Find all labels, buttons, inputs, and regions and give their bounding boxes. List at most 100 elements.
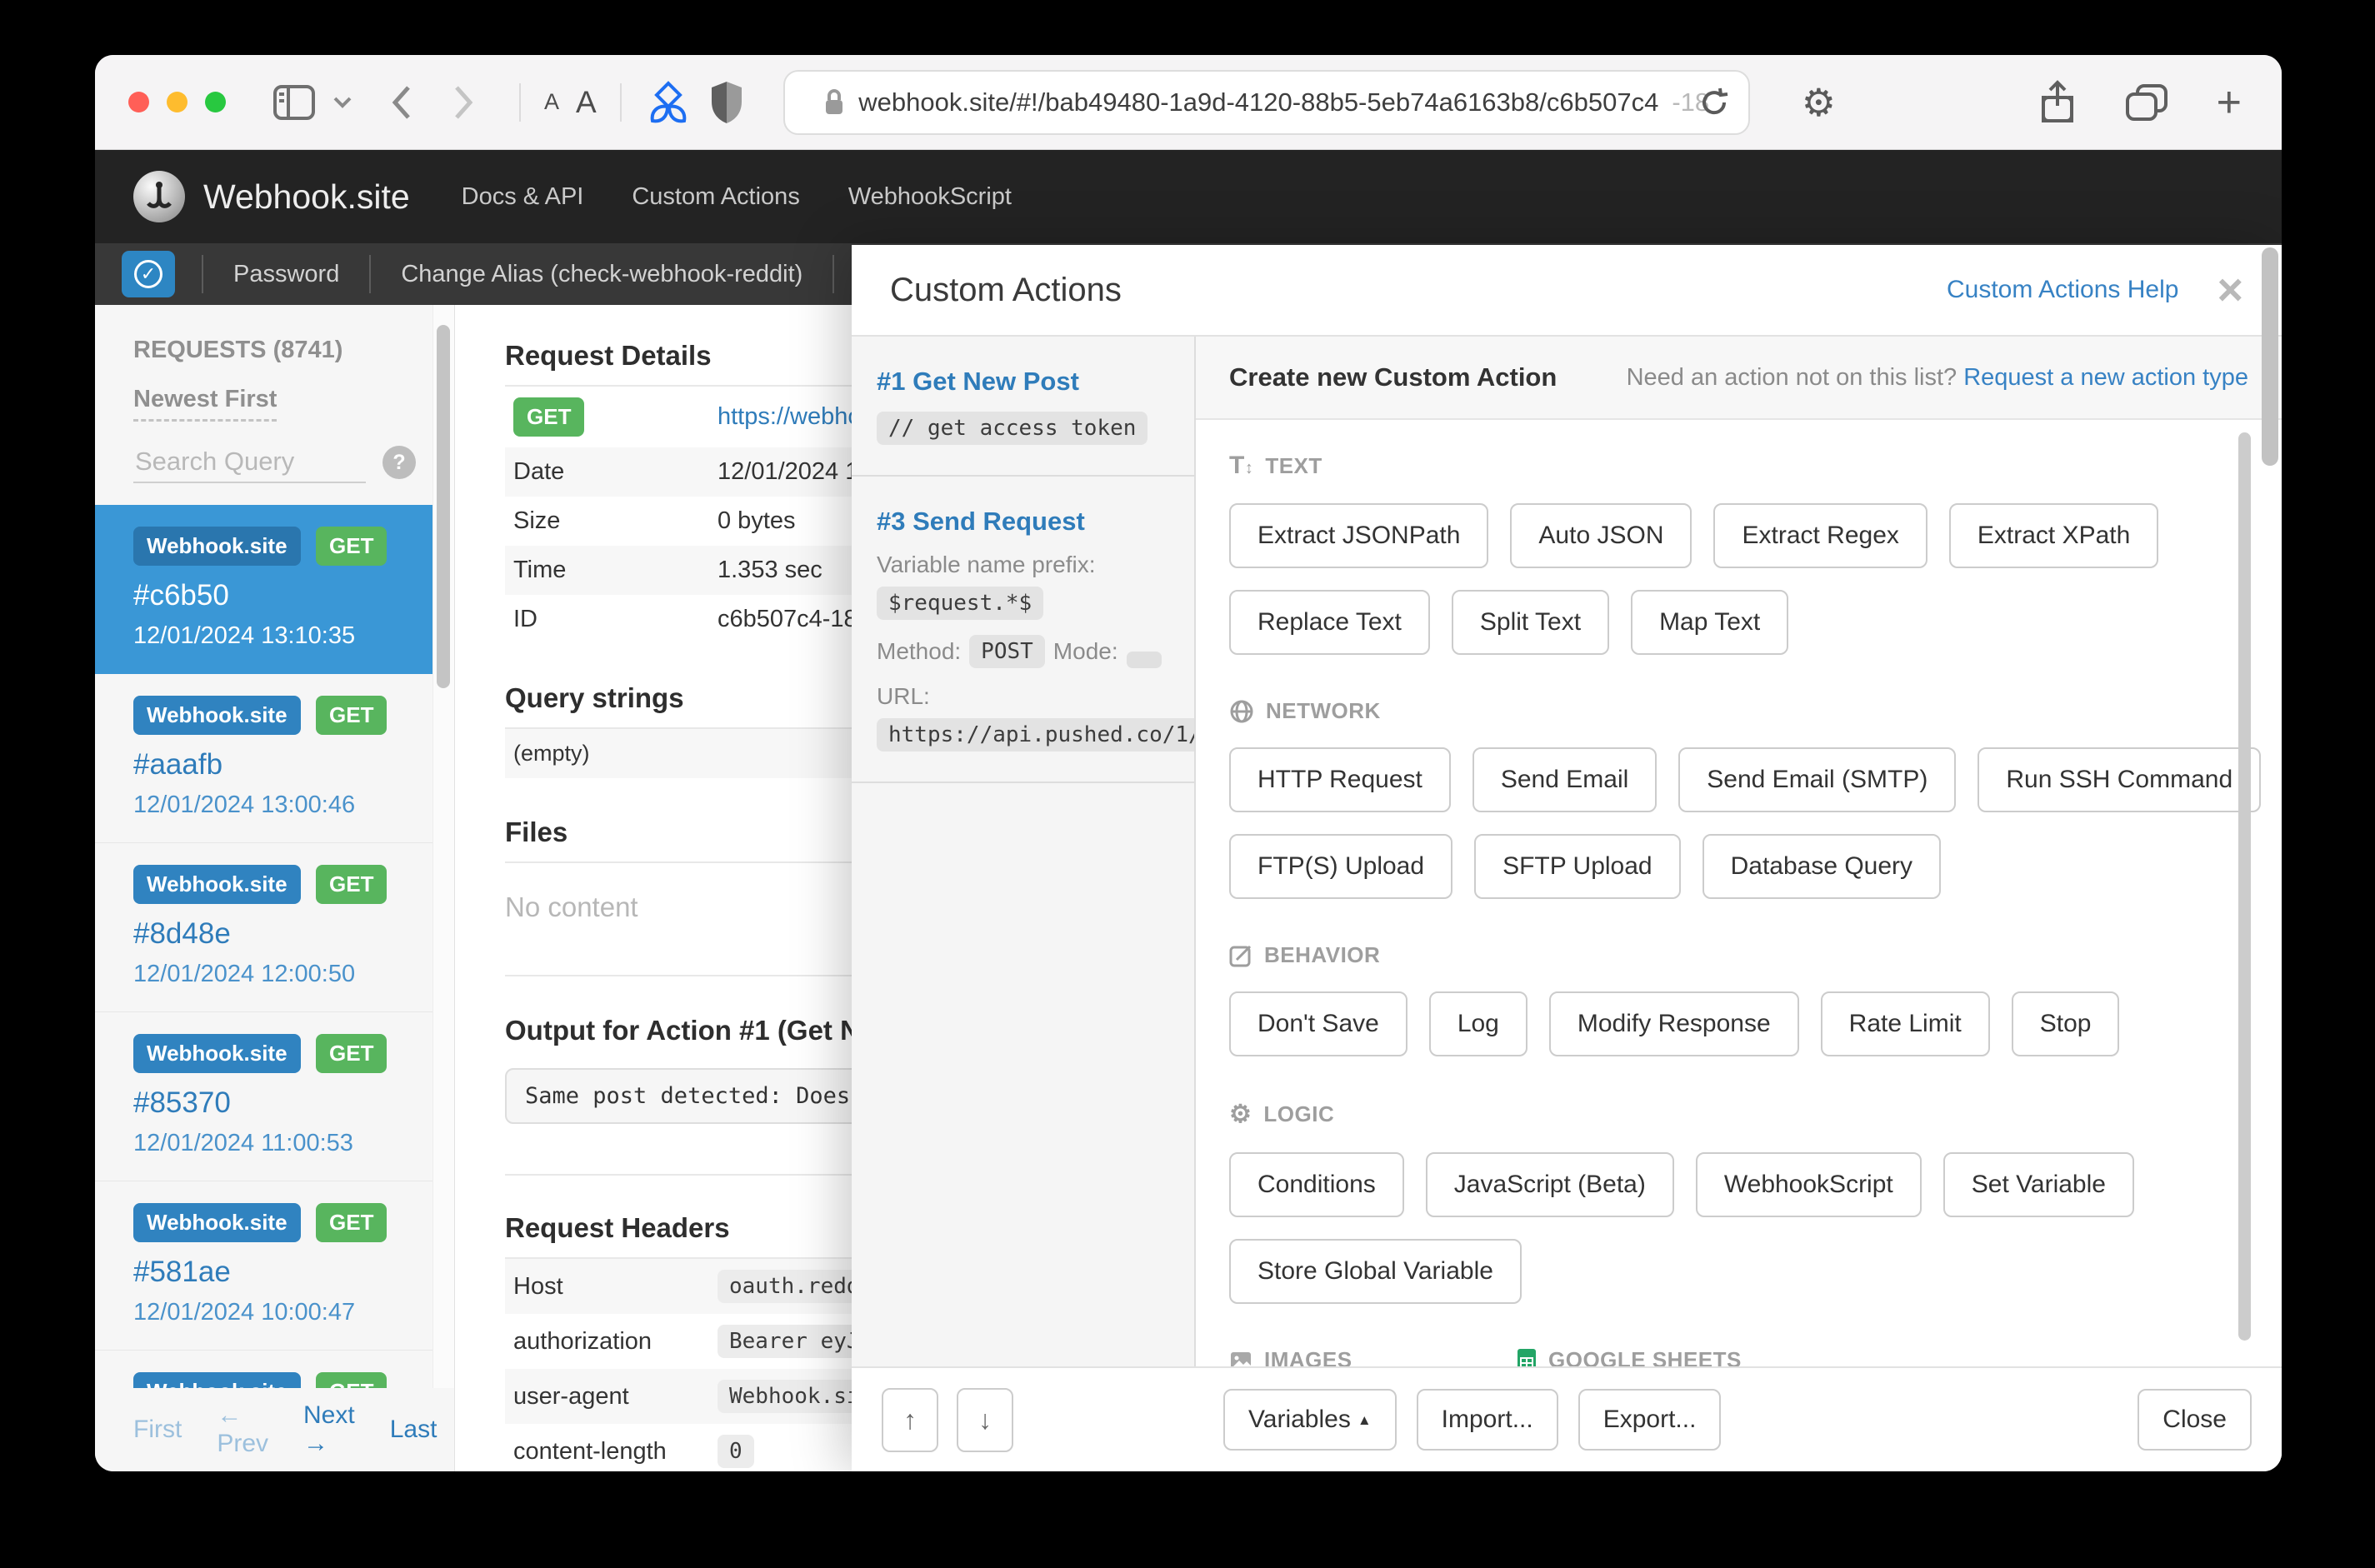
share-icon[interactable]	[2038, 79, 2077, 126]
method-badge: GET	[316, 696, 388, 735]
action-send-email-smtp[interactable]: Send Email (SMTP)	[1678, 747, 1957, 812]
variables-dropdown-button[interactable]: Variables ▲	[1223, 1389, 1397, 1451]
action-list-item[interactable]: #3 Send Request Variable name prefix: $r…	[852, 477, 1194, 783]
source-badge: Webhook.site	[133, 696, 301, 735]
pagination-first[interactable]: First	[133, 1416, 182, 1444]
help-icon[interactable]: ?	[382, 446, 416, 479]
privacy-shield-extension-icon[interactable]	[708, 80, 745, 125]
action-map-text[interactable]: Map Text	[1631, 590, 1789, 655]
webpage: Webhook.site Docs & API Custom Actions W…	[95, 150, 2282, 1471]
close-window-button[interactable]	[128, 92, 149, 112]
request-action-text: Need an action not on this list?	[1626, 363, 1958, 391]
fullscreen-window-button[interactable]	[205, 92, 226, 112]
request-list-item[interactable]: Webhook.site GET #aaafb 12/01/2024 13:00…	[95, 674, 454, 843]
sidebar-toggle-icon[interactable]	[272, 84, 316, 121]
action-modify-response[interactable]: Modify Response	[1548, 991, 1799, 1056]
verified-toggle-button[interactable]: ✓	[122, 251, 175, 297]
move-action-down-button[interactable]: ↓	[957, 1387, 1013, 1452]
gear-icon[interactable]: ⚙	[1802, 80, 1836, 125]
import-button[interactable]: Import...	[1416, 1389, 1558, 1451]
action-auto-json[interactable]: Auto JSON	[1510, 503, 1692, 568]
action-title[interactable]: #3 Send Request	[877, 507, 1169, 537]
action-webhookscript[interactable]: WebhookScript	[1695, 1152, 1922, 1217]
custom-actions-help-link[interactable]: Custom Actions Help	[1947, 276, 2178, 304]
method-badge: GET	[316, 865, 388, 904]
action-javascript-beta[interactable]: JavaScript (Beta)	[1425, 1152, 1674, 1217]
pagination-prev[interactable]: ← Prev	[217, 1401, 268, 1458]
webhook-site-logo-icon[interactable]	[133, 171, 185, 222]
action-log[interactable]: Log	[1428, 991, 1528, 1056]
action-extract-jsonpath[interactable]: Extract JSONPath	[1229, 503, 1489, 568]
action-mode-chip	[1126, 652, 1162, 668]
request-action-link[interactable]: Request a new action type	[1963, 364, 2248, 391]
action-extract-regex[interactable]: Extract Regex	[1713, 503, 1928, 568]
pagination-last[interactable]: Last	[390, 1416, 438, 1444]
nav-link-docs-api[interactable]: Docs & API	[462, 183, 584, 211]
pagination-next[interactable]: Next →	[303, 1401, 355, 1458]
requests-sidebar: REQUESTS (8741) Newest First ? Webhook.s…	[95, 305, 455, 1471]
browser-window: A A webhook.site/#!/bab49480-1a9d-4120-8…	[95, 55, 2282, 1471]
change-alias-button[interactable]: Change Alias (check-webhook-reddit)	[371, 261, 832, 288]
search-input[interactable]	[133, 442, 366, 483]
action-rate-limit[interactable]: Rate Limit	[1820, 991, 1990, 1056]
action-http-request[interactable]: HTTP Request	[1229, 747, 1451, 812]
close-icon[interactable]: ×	[2217, 267, 2243, 312]
request-id: #581ae	[133, 1256, 231, 1288]
request-list-item[interactable]: Webhook.site GET #581ae 12/01/2024 10:00…	[95, 1181, 454, 1351]
action-split-text[interactable]: Split Text	[1451, 590, 1610, 655]
close-modal-button[interactable]: Close	[2138, 1389, 2252, 1451]
move-action-up-button[interactable]: ↑	[882, 1387, 938, 1452]
tab-overview-icon[interactable]	[2125, 83, 2168, 122]
reload-icon[interactable]	[1698, 87, 1730, 118]
page-scrollbar[interactable]	[2262, 247, 2278, 466]
action-list-item[interactable]: #1 Get New Post // get access token	[852, 337, 1194, 477]
search-row: ?	[133, 442, 416, 483]
action-stop[interactable]: Stop	[2011, 991, 2120, 1056]
nav-link-custom-actions[interactable]: Custom Actions	[632, 183, 799, 211]
modal-footer: ↑ ↓ Variables ▲ Import... Export... Close	[852, 1366, 2282, 1471]
action-dont-save[interactable]: Don't Save	[1229, 991, 1408, 1056]
action-send-email[interactable]: Send Email	[1472, 747, 1658, 812]
sidebar-scrollbar[interactable]	[437, 325, 450, 688]
nav-link-webhookscript[interactable]: WebhookScript	[848, 183, 1012, 211]
action-set-variable[interactable]: Set Variable	[1942, 1152, 2134, 1217]
action-sftp-upload[interactable]: SFTP Upload	[1474, 834, 1681, 899]
detail-label: Date	[513, 458, 565, 485]
address-bar[interactable]: webhook.site/#!/bab49480-1a9d-4120-88b5-…	[782, 69, 1750, 135]
action-extract-xpath[interactable]: Extract XPath	[1948, 503, 2159, 568]
action-replace-text[interactable]: Replace Text	[1229, 590, 1430, 655]
back-icon[interactable]	[391, 84, 412, 121]
check-icon: ✓	[134, 260, 162, 288]
action-database-query[interactable]: Database Query	[1702, 834, 1942, 899]
request-date: 12/01/2024 13:00:46	[133, 791, 356, 818]
action-conditions[interactable]: Conditions	[1229, 1152, 1404, 1217]
forward-icon[interactable]	[452, 84, 474, 121]
source-badge: Webhook.site	[133, 1034, 301, 1073]
minimize-window-button[interactable]	[167, 92, 188, 112]
header-value: 0	[718, 1435, 754, 1468]
header-label: content-length	[513, 1437, 667, 1465]
action-list: #1 Get New Post // get access token #3 S…	[852, 337, 1196, 1366]
content-blocker-extension-icon[interactable]	[645, 79, 692, 126]
brand-title[interactable]: Webhook.site	[203, 177, 410, 217]
request-list-item[interactable]: Webhook.site GET #85370 12/01/2024 11:00…	[95, 1012, 454, 1181]
action-title[interactable]: #1 Get New Post	[877, 367, 1169, 397]
export-button[interactable]: Export...	[1578, 1389, 1722, 1451]
decrease-text-size-button[interactable]: A	[544, 89, 559, 115]
request-list-item[interactable]: Webhook.site GET #c6b50 12/01/2024 13:10…	[95, 505, 454, 674]
chevron-down-icon[interactable]	[332, 96, 352, 109]
action-mode-label: Mode:	[1052, 638, 1118, 664]
action-store-global-variable[interactable]: Store Global Variable	[1229, 1239, 1522, 1304]
increase-text-size-button[interactable]: A	[576, 85, 597, 120]
password-button[interactable]: Password	[203, 261, 369, 288]
modal-scrollbar[interactable]	[2238, 432, 2251, 1341]
request-list-item[interactable]: Webhook.site GET #8d48e 12/01/2024 12:00…	[95, 843, 454, 1012]
action-ftps-upload[interactable]: FTP(S) Upload	[1229, 834, 1453, 899]
create-action-title: Create new Custom Action	[1229, 362, 1558, 392]
header-label: authorization	[513, 1327, 652, 1355]
action-run-ssh-command[interactable]: Run SSH Command	[1978, 747, 2262, 812]
gear-icon: ⚙	[1229, 1101, 1252, 1128]
sort-order-dropdown[interactable]: Newest First	[133, 386, 278, 422]
lock-icon	[823, 88, 845, 117]
new-tab-icon[interactable]: +	[2217, 81, 2242, 124]
